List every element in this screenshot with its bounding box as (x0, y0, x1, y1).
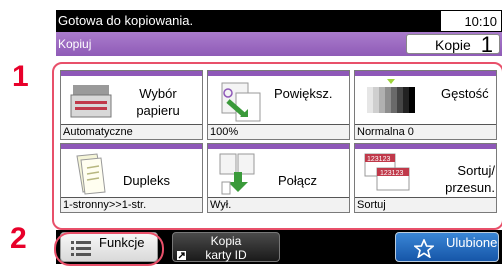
callout-2: 2 (10, 222, 27, 255)
star-icon (414, 239, 434, 258)
favorites-label: Ulubione (446, 235, 498, 250)
copies-label: Kopie (435, 37, 471, 53)
copies-count: 1 (480, 32, 493, 57)
status-message: Gotowa do kopiowania. (58, 13, 194, 28)
screen-header: Kopiuj Kopie 1 (56, 32, 502, 57)
favorites-button[interactable]: Ulubione (395, 232, 499, 262)
clock-box: 10:10 (440, 10, 502, 32)
screen-title: Kopiuj (58, 37, 92, 51)
callout-1: 1 (12, 60, 29, 93)
id-card-copy-button[interactable]: Kopia karty ID (172, 232, 280, 262)
status-bar: Gotowa do kopiowania. 10:10 (56, 10, 502, 32)
callout-2-highlight (54, 232, 164, 266)
shortcut-arrow-icon (177, 251, 186, 260)
copies-button[interactable]: Kopie 1 (406, 32, 500, 57)
clock-time: 10:10 (464, 14, 497, 29)
copy-screen: Gotowa do kopiowania. 10:10 Kopiuj Kopie… (52, 10, 502, 266)
callout-1-highlight (52, 62, 502, 230)
id-card-copy-label: Kopia karty ID (205, 234, 247, 262)
